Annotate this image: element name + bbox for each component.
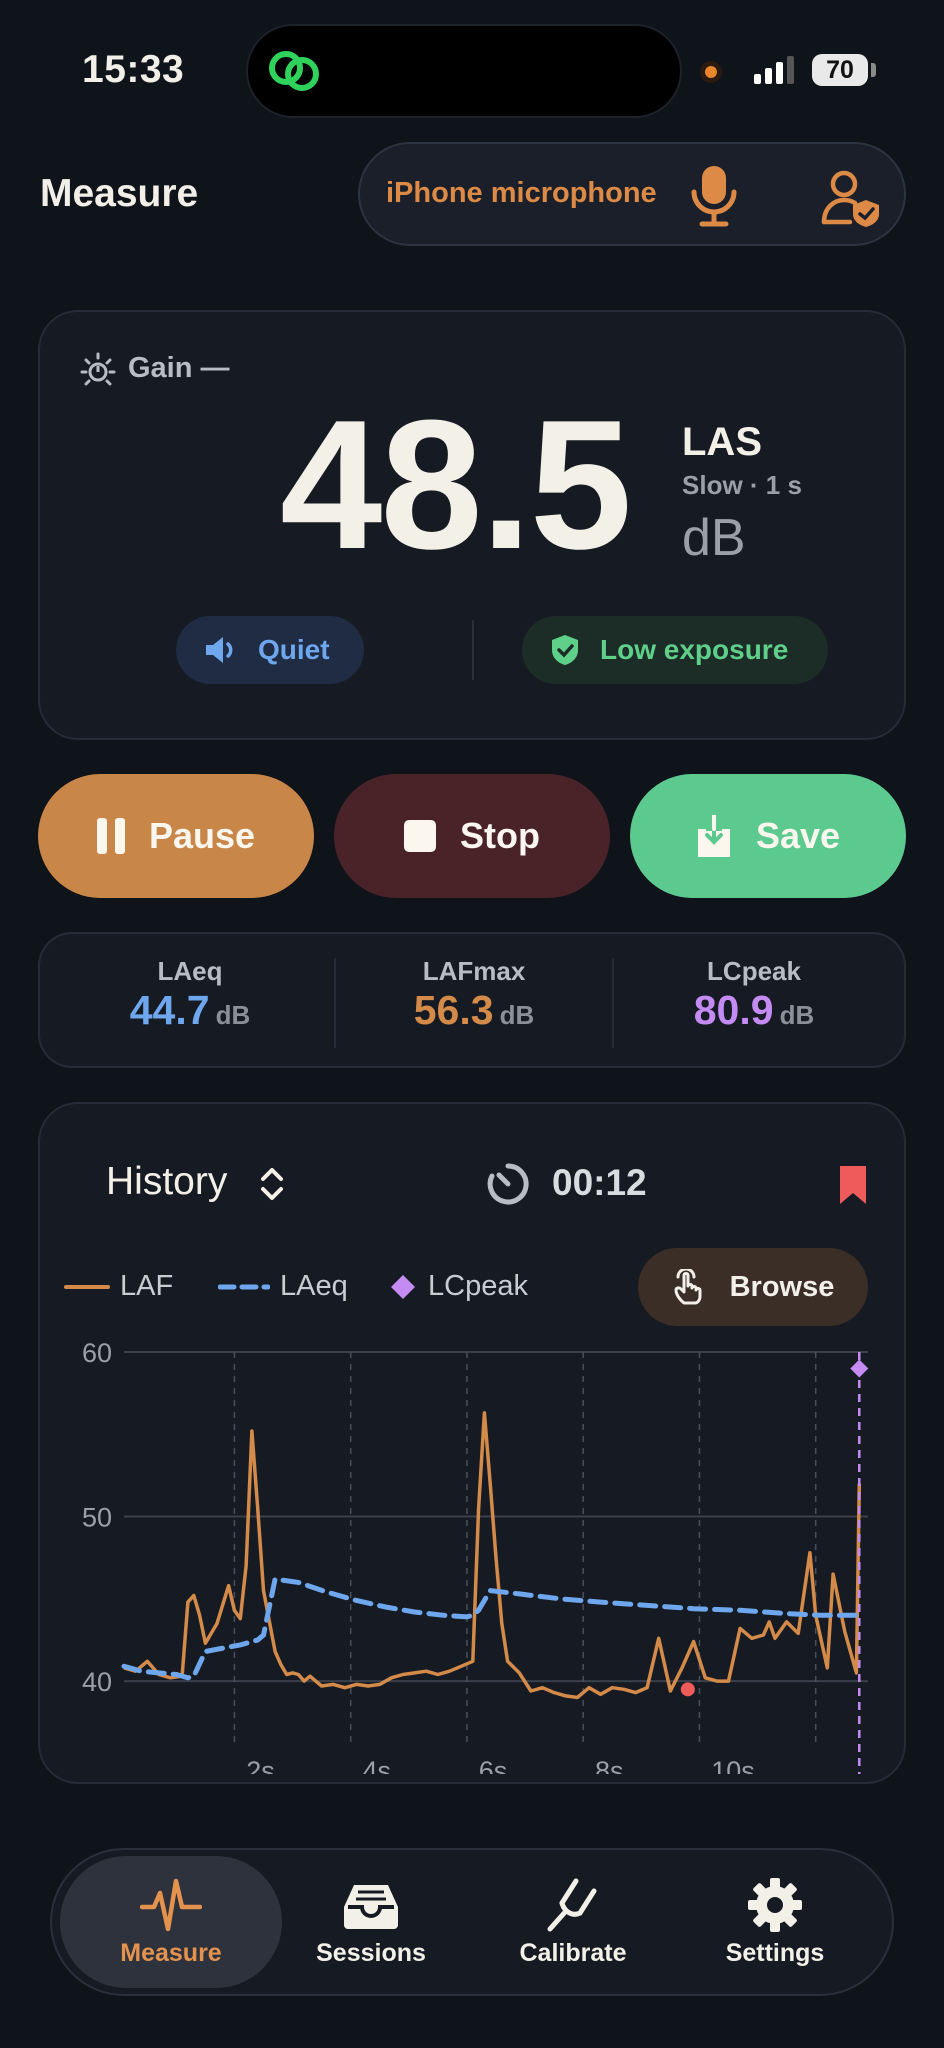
page-title: Measure bbox=[40, 172, 199, 215]
current-point-marker bbox=[680, 1682, 695, 1697]
tuning-fork-icon bbox=[547, 1878, 597, 1931]
status-time: 15:33 bbox=[82, 48, 185, 91]
battery-tip bbox=[871, 63, 876, 77]
x-tick-label: 2s bbox=[246, 1756, 275, 1774]
tab-settings[interactable]: Settings bbox=[664, 1856, 886, 1988]
microphone-label: iPhone microphone bbox=[386, 177, 657, 209]
stat-value: 80.9 bbox=[693, 987, 774, 1033]
microphone-icon bbox=[691, 166, 737, 227]
history-selector[interactable]: History bbox=[106, 1160, 227, 1204]
exposure-badge-label: Low exposure bbox=[600, 634, 789, 665]
legend-diamond-lcpeak bbox=[391, 1274, 415, 1299]
tab-bar: Measure Sessions Calibrate Settings bbox=[50, 1848, 894, 1996]
stat-divider bbox=[612, 958, 614, 1048]
lcpeak-marker bbox=[850, 1359, 869, 1378]
download-tray-icon bbox=[697, 815, 730, 857]
elapsed-timer: 00:12 bbox=[552, 1162, 647, 1203]
battery-indicator: 70 bbox=[812, 54, 868, 86]
tab-measure[interactable]: Measure bbox=[60, 1856, 282, 1988]
browse-label: Browse bbox=[729, 1270, 835, 1303]
hand-point-icon bbox=[674, 1269, 702, 1305]
stat-lcpeak: LCpeak 80.9 dB bbox=[624, 956, 884, 1034]
stat-label: LAFmax bbox=[422, 956, 526, 986]
stat-unit: dB bbox=[499, 1000, 535, 1030]
stat-laeq: LAeq 44.7 dB bbox=[60, 956, 320, 1034]
stat-unit: dB bbox=[779, 1000, 815, 1030]
chevron-up-down-icon[interactable] bbox=[258, 1166, 286, 1202]
y-tick-label: 50 bbox=[82, 1503, 112, 1533]
stats-card: LAeq 44.7 dB LAFmax 56.3 dB LCpeak 80.9 dB bbox=[38, 932, 906, 1068]
stop-button[interactable]: Stop bbox=[334, 774, 610, 898]
speaker-icon bbox=[206, 637, 233, 663]
tab-label: Settings bbox=[725, 1938, 825, 1967]
link-icon bbox=[269, 51, 319, 91]
camera-indicator-icon bbox=[700, 61, 722, 83]
tab-sessions[interactable]: Sessions bbox=[260, 1856, 482, 1988]
y-tick-label: 40 bbox=[82, 1667, 112, 1697]
loudness-badge: Quiet bbox=[176, 616, 364, 684]
save-button[interactable]: Save bbox=[630, 774, 906, 898]
legend-line-laeq bbox=[218, 1284, 270, 1289]
response-label: Slow · 1 s bbox=[682, 470, 802, 500]
timer-icon bbox=[487, 1163, 529, 1205]
stat-value: 44.7 bbox=[129, 987, 210, 1033]
stat-value: 56.3 bbox=[413, 987, 494, 1033]
pause-icon bbox=[96, 818, 125, 854]
stop-label: Stop bbox=[460, 815, 540, 856]
tab-label: Measure bbox=[120, 1938, 222, 1967]
stat-divider bbox=[334, 958, 336, 1048]
legend-laeq: LAeq bbox=[218, 1270, 348, 1303]
history-card: History 00:12 LAF LAeq LCpeak Browse 60 5… bbox=[38, 1102, 906, 1784]
stop-icon bbox=[404, 820, 436, 852]
pause-button[interactable]: Pause bbox=[38, 774, 314, 898]
meter-card: Gain — 48.5 LAS Slow · 1 s dB Quiet Low … bbox=[38, 310, 906, 740]
tab-label: Calibrate bbox=[519, 1938, 627, 1967]
badge-divider bbox=[472, 620, 474, 680]
x-tick-label: 10s bbox=[711, 1756, 755, 1774]
bookmark-icon[interactable] bbox=[838, 1164, 868, 1206]
stat-label: LAeq bbox=[157, 956, 223, 986]
legend-lcpeak: LCpeak bbox=[388, 1270, 528, 1303]
tab-label: Sessions bbox=[316, 1938, 426, 1967]
legend-label: LAeq bbox=[280, 1270, 348, 1302]
gain-sun-icon bbox=[80, 352, 116, 386]
shield-check-icon bbox=[552, 635, 578, 665]
cellular-signal-icon bbox=[754, 56, 794, 84]
pause-label: Pause bbox=[148, 815, 256, 856]
tab-calibrate[interactable]: Calibrate bbox=[462, 1856, 684, 1988]
history-chart[interactable]: 60 50 40 2s 4s 6s 8s 10s bbox=[40, 1334, 908, 1774]
legend-line-laf bbox=[64, 1284, 110, 1289]
gain-label: Gain — bbox=[128, 352, 230, 384]
x-tick-label: 6s bbox=[479, 1756, 508, 1774]
browse-button[interactable]: Browse bbox=[638, 1248, 868, 1326]
user-shield-icon[interactable] bbox=[820, 168, 884, 228]
stat-unit: dB bbox=[215, 1000, 251, 1030]
x-tick-label: 8s bbox=[595, 1756, 624, 1774]
legend-laf: LAF bbox=[64, 1270, 173, 1303]
unit-label: dB bbox=[682, 509, 746, 567]
loudness-badge-label: Quiet bbox=[258, 634, 330, 665]
exposure-badge: Low exposure bbox=[522, 616, 828, 684]
stat-label: LCpeak bbox=[707, 956, 801, 986]
stat-lafmax: LAFmax 56.3 dB bbox=[344, 956, 604, 1034]
y-tick-label: 60 bbox=[82, 1338, 112, 1368]
level-value: 48.5 bbox=[280, 381, 632, 587]
legend-label: LCpeak bbox=[428, 1270, 528, 1302]
save-label: Save bbox=[755, 815, 841, 856]
x-tick-label: 4s bbox=[363, 1756, 392, 1774]
legend-label: LAF bbox=[120, 1270, 174, 1302]
microphone-selector[interactable]: iPhone microphone bbox=[358, 142, 906, 246]
weighting-label: LAS bbox=[682, 420, 762, 464]
tray-icon bbox=[344, 1884, 398, 1929]
waveform-icon bbox=[140, 1878, 202, 1931]
gear-icon bbox=[748, 1877, 802, 1932]
